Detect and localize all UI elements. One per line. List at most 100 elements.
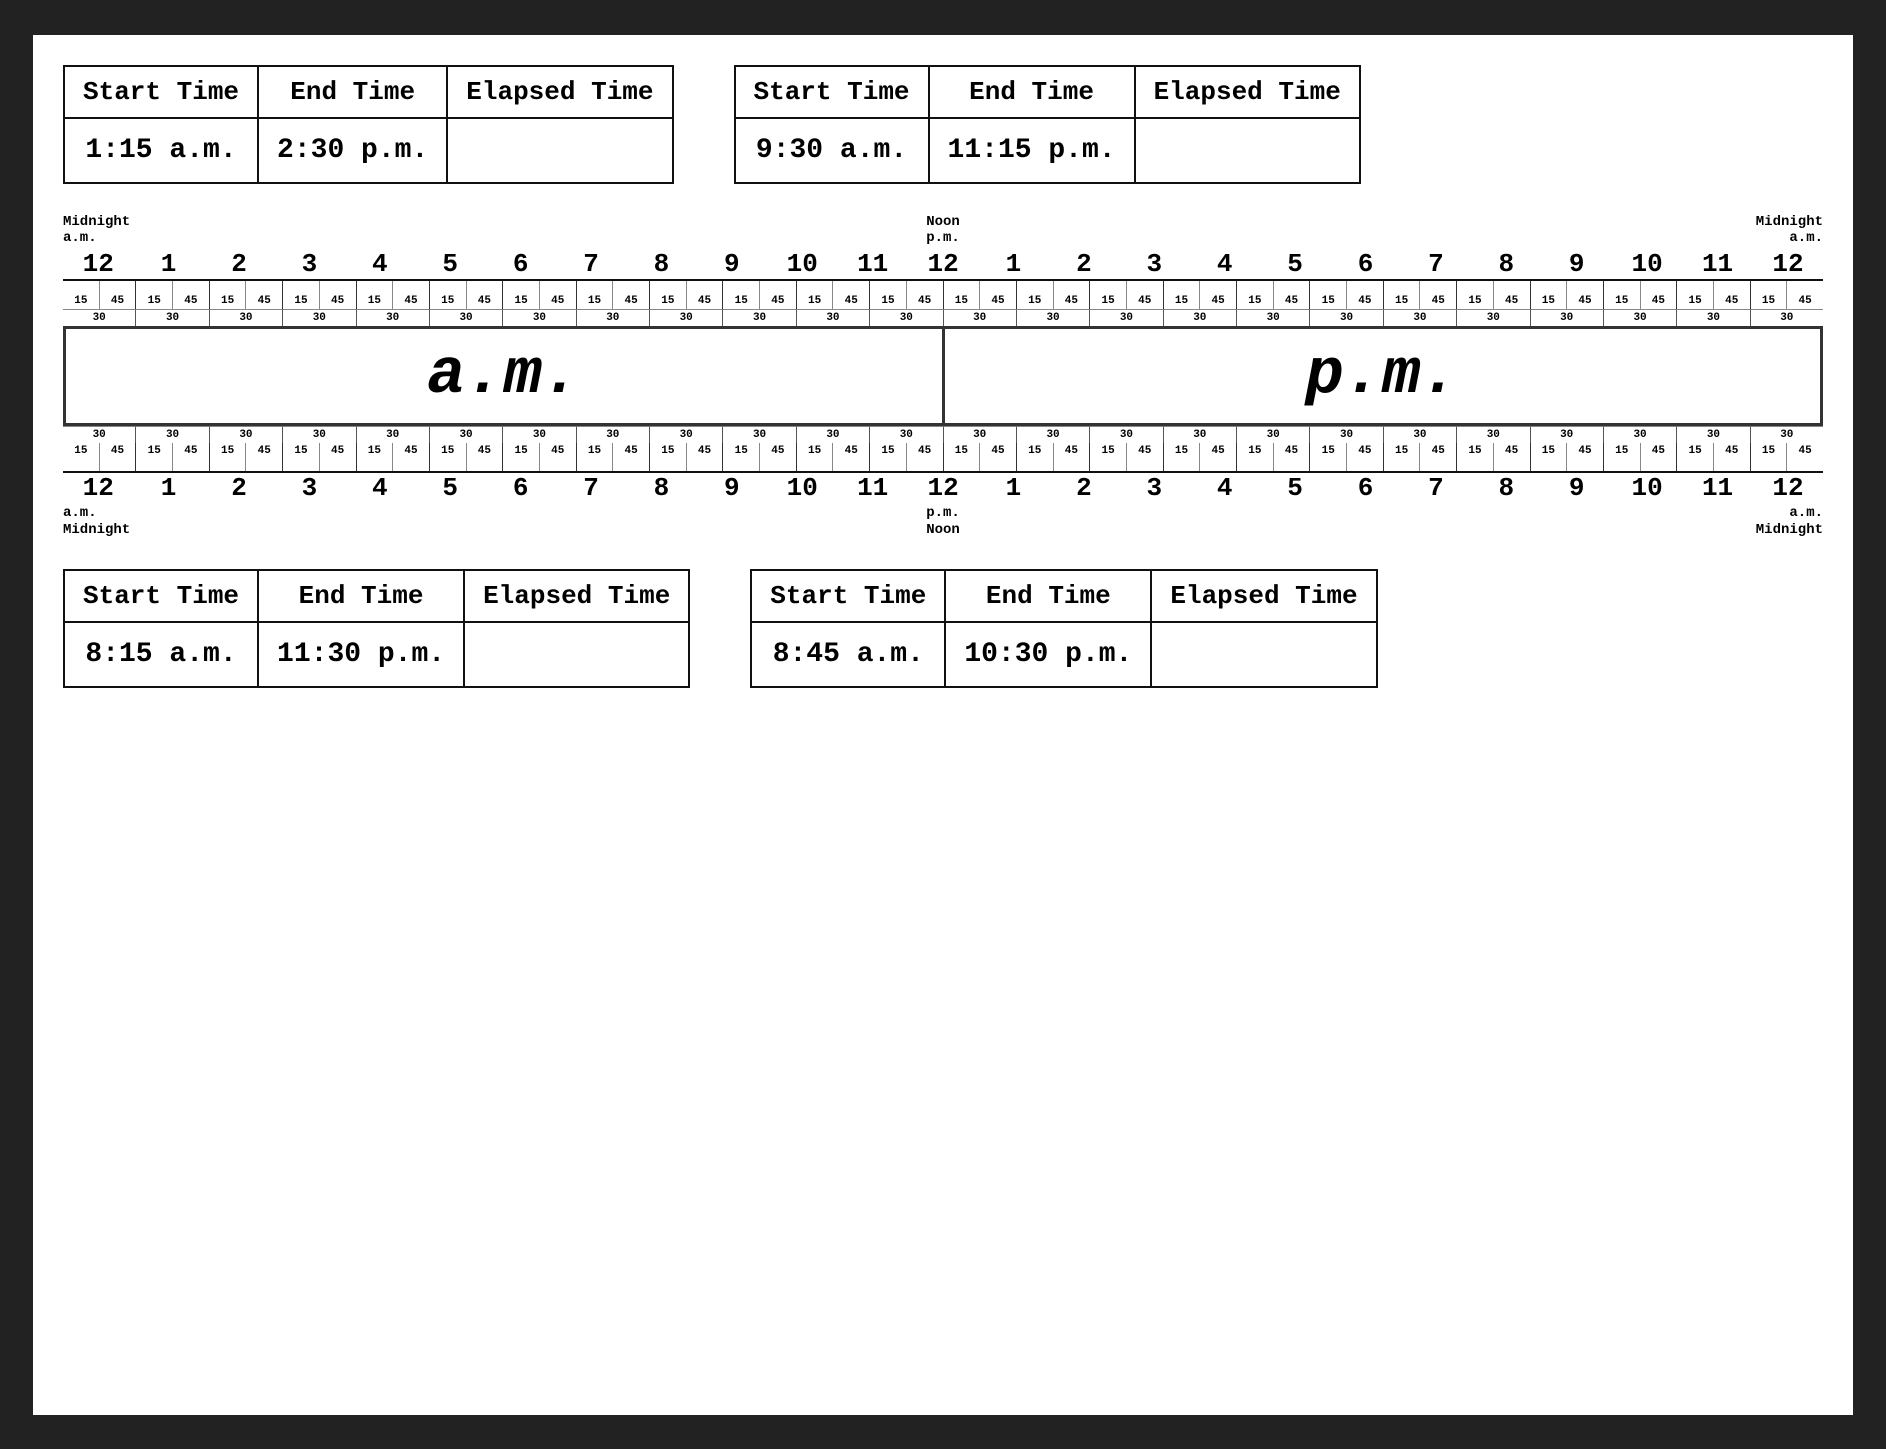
- top-hour-13: 1: [978, 249, 1048, 279]
- tick-45-2: 45: [246, 281, 282, 309]
- bottom-left-label: a.m. Midnight: [63, 505, 130, 539]
- btick-15-11: 15: [870, 443, 907, 471]
- thirty-bottom-15: 30: [1164, 426, 1237, 443]
- btick-15-16: 15: [1237, 443, 1274, 471]
- bottom-hour-7: 7: [556, 473, 626, 503]
- bottom-corner-labels: a.m. Midnight p.m. Noon a.m. Midnight: [63, 505, 1823, 539]
- tick-45-10: 45: [833, 281, 869, 309]
- btick-seg-20: 1545: [1531, 443, 1604, 471]
- top-hour-23: 11: [1682, 249, 1752, 279]
- tick-45-19: 45: [1494, 281, 1530, 309]
- thirty-row-bottom: 3030303030303030303030303030303030303030…: [63, 426, 1823, 443]
- bottom-hour-20: 8: [1471, 473, 1541, 503]
- btick-45-2: 45: [246, 443, 282, 471]
- btick-45-11: 45: [907, 443, 943, 471]
- am-label: a.m.: [66, 329, 945, 423]
- btick-15-14: 15: [1090, 443, 1127, 471]
- ampm-box: a.m. p.m.: [63, 326, 1823, 426]
- btick-15-0: 15: [63, 443, 100, 471]
- thirty-bottom-3: 30: [283, 426, 356, 443]
- btick-seg-14: 1545: [1090, 443, 1163, 471]
- thirty-bottom-8: 30: [650, 426, 723, 443]
- table1-elapsed[interactable]: [447, 118, 672, 183]
- tick-seg-4: 1545: [357, 281, 430, 309]
- btick-15-10: 15: [797, 443, 834, 471]
- thirty-top-13: 30: [1017, 309, 1090, 326]
- bottom-hour-16: 4: [1190, 473, 1260, 503]
- thirty-bottom-21: 30: [1604, 426, 1677, 443]
- btick-15-8: 15: [650, 443, 687, 471]
- btick-45-21: 45: [1641, 443, 1677, 471]
- btick-15-19: 15: [1457, 443, 1494, 471]
- btick-45-19: 45: [1494, 443, 1530, 471]
- tick-seg-3: 1545: [283, 281, 356, 309]
- thirty-bottom-20: 30: [1531, 426, 1604, 443]
- btick-seg-8: 1545: [650, 443, 723, 471]
- tick-15-12: 15: [944, 281, 981, 309]
- table-4: Start Time End Time Elapsed Time 8:45 a.…: [750, 569, 1377, 688]
- thirty-bottom-16: 30: [1237, 426, 1310, 443]
- btick-45-6: 45: [540, 443, 576, 471]
- btick-seg-12: 1545: [944, 443, 1017, 471]
- table4-col3: Elapsed Time: [1151, 570, 1376, 622]
- bottom-noon-label: p.m. Noon: [926, 505, 960, 539]
- top-hour-16: 4: [1190, 249, 1260, 279]
- thirty-bottom-5: 30: [430, 426, 503, 443]
- btick-45-18: 45: [1420, 443, 1456, 471]
- tick-15-14: 15: [1090, 281, 1127, 309]
- tick-45-0: 45: [100, 281, 136, 309]
- tick-seg-21: 1545: [1604, 281, 1677, 309]
- btick-45-1: 45: [173, 443, 209, 471]
- thirty-top-17: 30: [1310, 309, 1383, 326]
- btick-45-13: 45: [1054, 443, 1090, 471]
- tick-45-17: 45: [1347, 281, 1383, 309]
- tick-45-9: 45: [760, 281, 796, 309]
- tick-15-7: 15: [577, 281, 614, 309]
- thirty-bottom-0: 30: [63, 426, 136, 443]
- top-hour-12: 12: [908, 249, 978, 279]
- page: Start Time End Time Elapsed Time 1:15 a.…: [33, 35, 1853, 1415]
- thirty-bottom-4: 30: [357, 426, 430, 443]
- top-hour-3: 3: [274, 249, 344, 279]
- btick-15-21: 15: [1604, 443, 1641, 471]
- btick-45-7: 45: [613, 443, 649, 471]
- tick-15-16: 15: [1237, 281, 1274, 309]
- btick-15-17: 15: [1310, 443, 1347, 471]
- btick-seg-6: 1545: [503, 443, 576, 471]
- tick-45-22: 45: [1714, 281, 1750, 309]
- btick-seg-22: 1545: [1677, 443, 1750, 471]
- top-hour-8: 8: [626, 249, 696, 279]
- table2-start: 9:30 a.m.: [735, 118, 929, 183]
- tick-15-8: 15: [650, 281, 687, 309]
- thirty-top-16: 30: [1237, 309, 1310, 326]
- thirty-bottom-19: 30: [1457, 426, 1530, 443]
- tick-seg-9: 1545: [723, 281, 796, 309]
- tick-15-20: 15: [1531, 281, 1568, 309]
- tick-seg-7: 1545: [577, 281, 650, 309]
- table4-elapsed[interactable]: [1151, 622, 1376, 687]
- btick-seg-21: 1545: [1604, 443, 1677, 471]
- btick-seg-0: 1545: [63, 443, 136, 471]
- table3-elapsed[interactable]: [464, 622, 689, 687]
- bottom-hour-22: 10: [1612, 473, 1682, 503]
- table1-col3: Elapsed Time: [447, 66, 672, 118]
- tick-15-9: 15: [723, 281, 760, 309]
- btick-45-4: 45: [393, 443, 429, 471]
- top-nums-row: 12123456789101112123456789101112: [63, 249, 1823, 279]
- bottom-hour-1: 1: [133, 473, 203, 503]
- tick-15-23: 15: [1751, 281, 1788, 309]
- pm-label: p.m.: [945, 329, 1821, 423]
- table2-elapsed[interactable]: [1135, 118, 1360, 183]
- btick-15-12: 15: [944, 443, 981, 471]
- tick-15-1: 15: [136, 281, 173, 309]
- table2-col3: Elapsed Time: [1135, 66, 1360, 118]
- tick-15-4: 15: [357, 281, 394, 309]
- btick-15-3: 15: [283, 443, 320, 471]
- btick-15-2: 15: [210, 443, 247, 471]
- btick-seg-10: 1545: [797, 443, 870, 471]
- bottom-hour-24: 12: [1753, 473, 1823, 503]
- tick-15-13: 15: [1017, 281, 1054, 309]
- top-hour-20: 8: [1471, 249, 1541, 279]
- btick-15-7: 15: [577, 443, 614, 471]
- tick-45-7: 45: [613, 281, 649, 309]
